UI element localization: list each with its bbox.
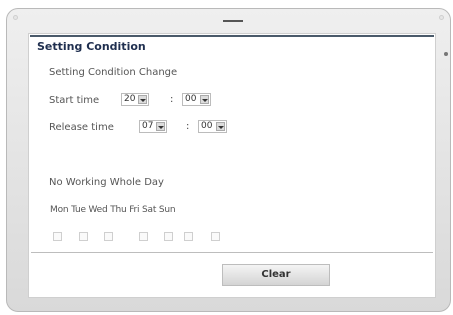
panel-top-bar: [30, 35, 434, 37]
day-label-tue: Tue: [71, 205, 86, 215]
release-time-label: Release time: [49, 122, 114, 133]
clear-button[interactable]: Clear: [222, 264, 330, 286]
start-hour-select[interactable]: 20: [121, 93, 149, 106]
day-label-sat: Sat: [142, 205, 157, 215]
release-minute-select[interactable]: 00: [198, 120, 227, 133]
day-checkbox-tue[interactable]: [79, 232, 88, 241]
chevron-down-icon: [200, 95, 209, 104]
days-header: Mon Tue Wed Thu Fri Sat Sun: [50, 205, 176, 215]
release-hour-select[interactable]: 07: [139, 120, 167, 133]
panel-title: Setting Condition: [37, 40, 146, 53]
panel-divider: [31, 252, 433, 253]
start-minute-select[interactable]: 00: [182, 93, 211, 106]
chevron-down-icon: [138, 95, 147, 104]
day-label-mon: Mon: [50, 205, 69, 215]
chevron-down-icon: [216, 122, 225, 131]
day-checkbox-thu[interactable]: [139, 232, 148, 241]
start-minute-value: 00: [185, 94, 197, 104]
start-colon: :: [170, 94, 174, 105]
no-working-label: No Working Whole Day: [49, 177, 164, 188]
release-colon: :: [186, 121, 190, 132]
start-time-label: Start time: [49, 95, 100, 106]
panel-subtitle: Setting Condition Change: [49, 67, 178, 78]
day-checkbox-fri[interactable]: [164, 232, 173, 241]
day-label-fri: Fri: [129, 205, 140, 215]
release-hour-value: 07: [142, 121, 154, 131]
corner-dot-top-left: [13, 15, 18, 20]
day-checkbox-mon[interactable]: [53, 232, 62, 241]
frame-notch: [223, 20, 243, 22]
setting-condition-panel: Setting Condition Setting Condition Chan…: [28, 33, 436, 298]
chevron-down-icon: [156, 122, 165, 131]
frame-side-dot: [444, 52, 448, 56]
day-checkbox-sun[interactable]: [211, 232, 220, 241]
day-label-sun: Sun: [158, 205, 176, 215]
day-checkbox-sat[interactable]: [184, 232, 193, 241]
day-label-thu: Thu: [110, 205, 127, 215]
start-hour-value: 20: [124, 94, 136, 104]
corner-dot-top-right: [439, 15, 444, 20]
day-label-wed: Wed: [88, 205, 108, 215]
release-minute-value: 00: [201, 121, 213, 131]
day-checkbox-wed[interactable]: [104, 232, 113, 241]
